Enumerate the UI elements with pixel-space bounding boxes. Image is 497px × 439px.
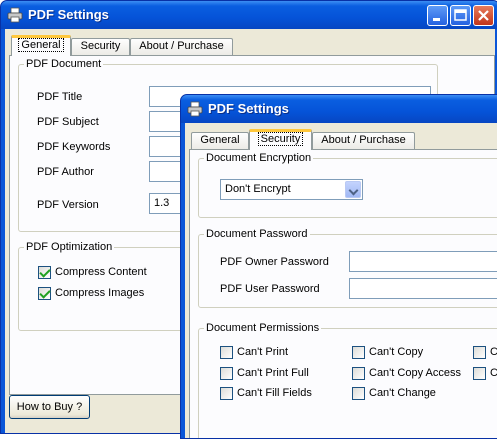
compress-images-checkbox[interactable] (38, 287, 51, 300)
printer-icon (187, 101, 203, 117)
maximize-button[interactable] (450, 5, 471, 26)
cant-print-full-checkbox[interactable] (220, 367, 233, 380)
back-titlebar[interactable]: PDF Settings (1, 1, 497, 29)
compress-content-checkbox[interactable] (38, 266, 51, 279)
cant-print-label: Can't Print (237, 346, 289, 358)
user-password-label: PDF User Password (220, 283, 320, 295)
document-permissions-legend: Document Permissions (206, 322, 320, 334)
how-to-buy-button[interactable]: How to Buy ? (9, 395, 90, 419)
close-button[interactable] (473, 5, 494, 26)
cant-fill-fields-label: Can't Fill Fields (237, 387, 312, 399)
minimize-icon (433, 18, 440, 21)
tab-about-purchase[interactable]: About / Purchase (312, 132, 415, 149)
cant-change-label: Can't Change (369, 387, 436, 399)
owner-password-label: PDF Owner Password (220, 256, 329, 268)
tab-general[interactable]: General (191, 132, 249, 149)
compress-content-label: Compress Content (55, 266, 147, 278)
document-password-legend: Document Password (206, 228, 308, 240)
cant-change-checkbox[interactable] (352, 387, 365, 400)
front-window-title: PDF Settings (208, 101, 289, 116)
pdf-author-label: PDF Author (37, 166, 94, 178)
document-permissions-group: Document Permissions (198, 322, 497, 438)
back-window-title: PDF Settings (28, 7, 109, 22)
close-icon (478, 10, 489, 21)
front-client: General Security About / Purchase Docume… (185, 123, 497, 438)
tab-security[interactable]: Security (71, 38, 130, 55)
permission-checkbox-col3-row2[interactable] (473, 367, 486, 380)
pdf-optimization-legend: PDF Optimization (26, 241, 113, 253)
front-window: PDF Settings General Security About / Pu… (180, 94, 497, 439)
pdf-subject-label: PDF Subject (37, 116, 99, 128)
printer-icon (7, 7, 23, 23)
document-encryption-legend: Document Encryption (206, 152, 312, 164)
chevron-down-icon[interactable] (345, 181, 361, 198)
front-titlebar[interactable]: PDF Settings (181, 95, 497, 123)
tab-security[interactable]: Security (249, 129, 312, 150)
cant-copy-access-checkbox[interactable] (352, 367, 365, 380)
pdf-title-label: PDF Title (37, 91, 83, 103)
cant-fill-fields-checkbox[interactable] (220, 387, 233, 400)
cant-print-checkbox[interactable] (220, 346, 233, 359)
user-password-input[interactable] (349, 278, 497, 299)
cant-copy-checkbox[interactable] (352, 346, 365, 359)
permission-label-col3-row1: Ca (490, 346, 497, 358)
compress-images-label: Compress Images (55, 287, 145, 299)
pdf-version-value: 1.3 (154, 197, 170, 209)
minimize-button[interactable] (427, 5, 448, 26)
pdf-document-legend: PDF Document (26, 58, 102, 70)
tab-about-purchase[interactable]: About / Purchase (130, 38, 233, 55)
owner-password-input[interactable] (349, 251, 497, 272)
pdf-version-label: PDF Version (37, 199, 99, 211)
encryption-selected-value: Don't Encrypt (225, 183, 291, 195)
maximize-icon (454, 9, 467, 21)
tab-general[interactable]: General (11, 35, 71, 56)
cant-copy-label: Can't Copy (369, 346, 424, 358)
permission-checkbox-col3-row1[interactable] (473, 346, 486, 359)
cant-print-full-label: Can't Print Full (237, 367, 309, 379)
front-tab-panel: Document Encryption Don't Encrypt Docume… (189, 149, 497, 438)
cant-copy-access-label: Can't Copy Access (369, 367, 461, 379)
encryption-select[interactable]: Don't Encrypt (220, 179, 363, 200)
permission-label-col3-row2: Ca (490, 367, 497, 379)
pdf-keywords-label: PDF Keywords (37, 141, 111, 153)
